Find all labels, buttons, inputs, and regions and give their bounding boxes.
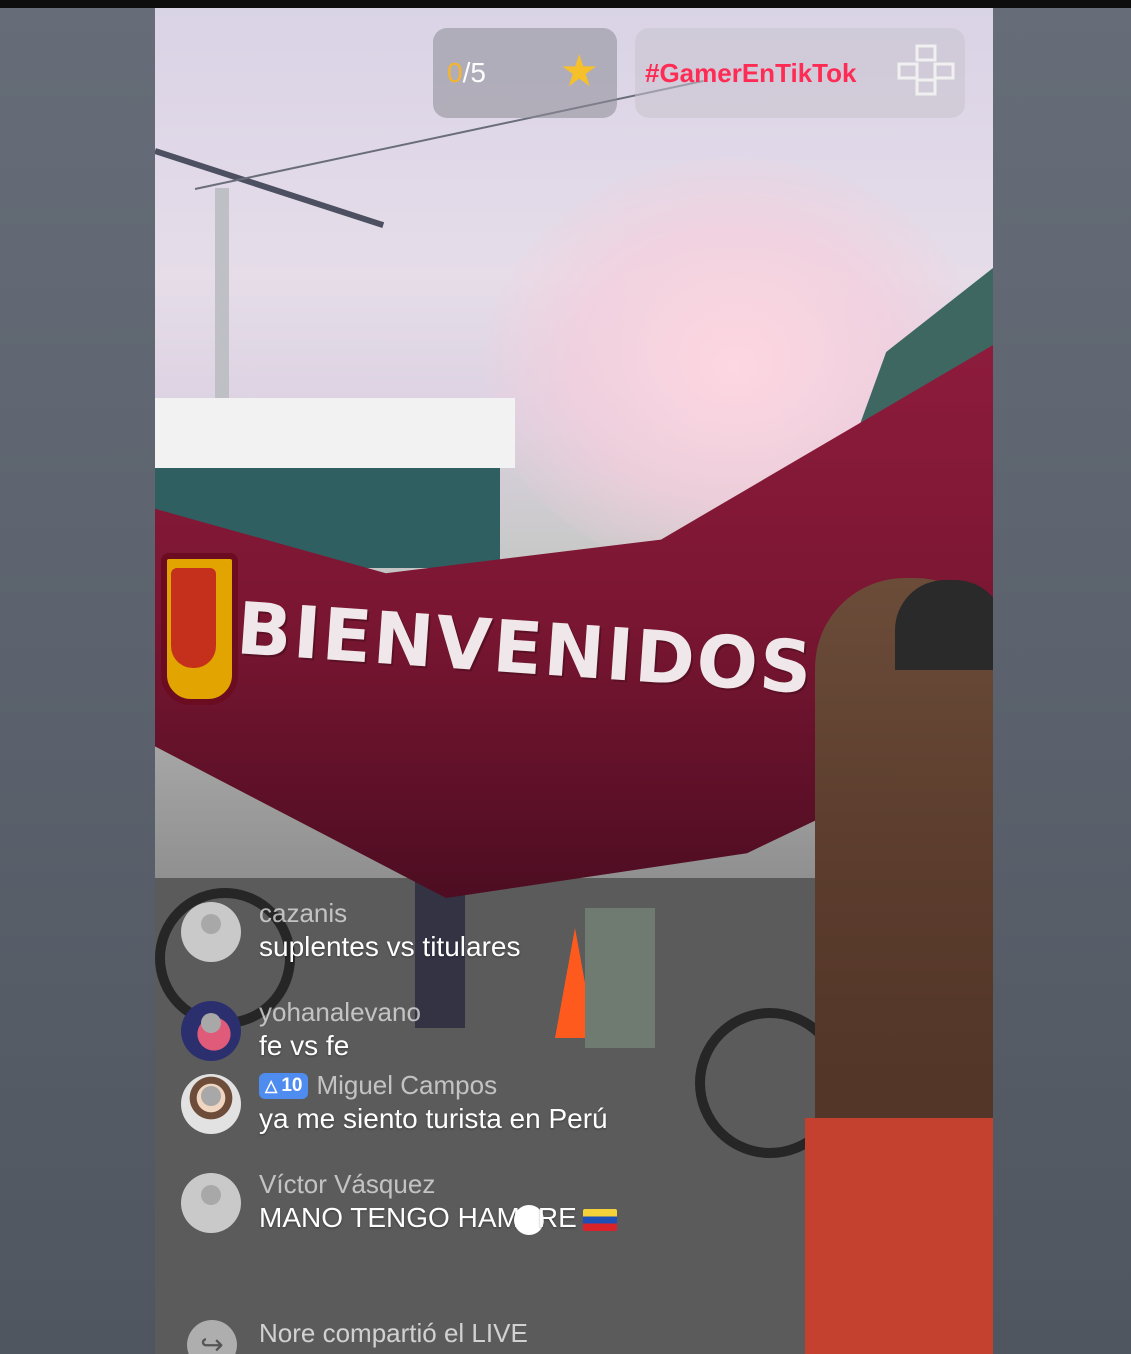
comment-message: fe vs fe xyxy=(259,1030,350,1061)
share-icon: ↪ xyxy=(187,1320,237,1354)
avatar[interactable] xyxy=(181,902,241,962)
comment-message: suplentes vs titulares xyxy=(259,931,521,962)
badge-icon: △ xyxy=(265,1077,278,1095)
power-line xyxy=(155,148,385,229)
comment-message-part: RE xyxy=(537,1202,577,1233)
right-backdrop xyxy=(993,0,1131,1354)
comment-username[interactable]: Víctor Vásquez xyxy=(259,1169,739,1200)
comment-message: ya me siento turista en Perú xyxy=(259,1103,608,1134)
live-stream-view: BIENVENIDOS A CASA 0/5 ★ #GamerEnTikTok … xyxy=(155,8,993,1354)
star-icon: ★ xyxy=(559,47,599,96)
left-backdrop xyxy=(0,0,155,1354)
building xyxy=(155,398,515,468)
hashtag-label: #GamerEnTikTok xyxy=(645,57,857,88)
goal-current: 0 xyxy=(447,57,463,88)
avatar[interactable] xyxy=(181,1173,241,1233)
hashtag-widget[interactable]: #GamerEnTikTok xyxy=(635,28,965,118)
goal-widget[interactable]: 0/5 ★ xyxy=(433,28,617,118)
fan-level-badge: △ 10 xyxy=(259,1072,309,1099)
comment-item[interactable]: yohanalevano fe vs fe xyxy=(179,997,739,1062)
comment-username[interactable]: cazanis xyxy=(259,898,739,929)
avatar[interactable] xyxy=(181,1074,241,1134)
share-text: Nore compartió el LIVE xyxy=(259,1318,528,1348)
person-clothing xyxy=(805,1118,993,1354)
avatar[interactable] xyxy=(181,1001,241,1061)
comment-message: MANO TENGO HAM RE xyxy=(259,1202,739,1235)
game-controller-icon xyxy=(897,44,955,96)
comment-feed[interactable]: cazanis suplentes vs titulares yohanalev… xyxy=(179,898,739,1243)
top-edge xyxy=(0,0,1131,8)
club-crest-inner xyxy=(171,568,216,668)
comment-username[interactable]: yohanalevano xyxy=(259,997,739,1028)
venezuela-flag-icon xyxy=(582,1208,617,1231)
comment-item[interactable]: cazanis suplentes vs titulares xyxy=(179,898,739,963)
person-hair xyxy=(895,580,993,670)
comment-username[interactable]: Miguel Campos xyxy=(316,1070,497,1101)
comment-item[interactable]: △ 10 Miguel Campos ya me siento turista e… xyxy=(179,1070,739,1135)
comment-username-row: △ 10 Miguel Campos xyxy=(259,1070,739,1101)
goal-progress: 0/5 xyxy=(447,57,486,89)
goal-total: /5 xyxy=(462,57,486,88)
share-notification: ↪ Nore compartió el LIVE xyxy=(179,1318,819,1354)
badge-level: 10 xyxy=(281,1074,303,1096)
comment-item[interactable]: Víctor Vásquez MANO TENGO HAM RE xyxy=(179,1169,739,1235)
comment-message-part: MANO TENGO HAM xyxy=(259,1202,520,1233)
